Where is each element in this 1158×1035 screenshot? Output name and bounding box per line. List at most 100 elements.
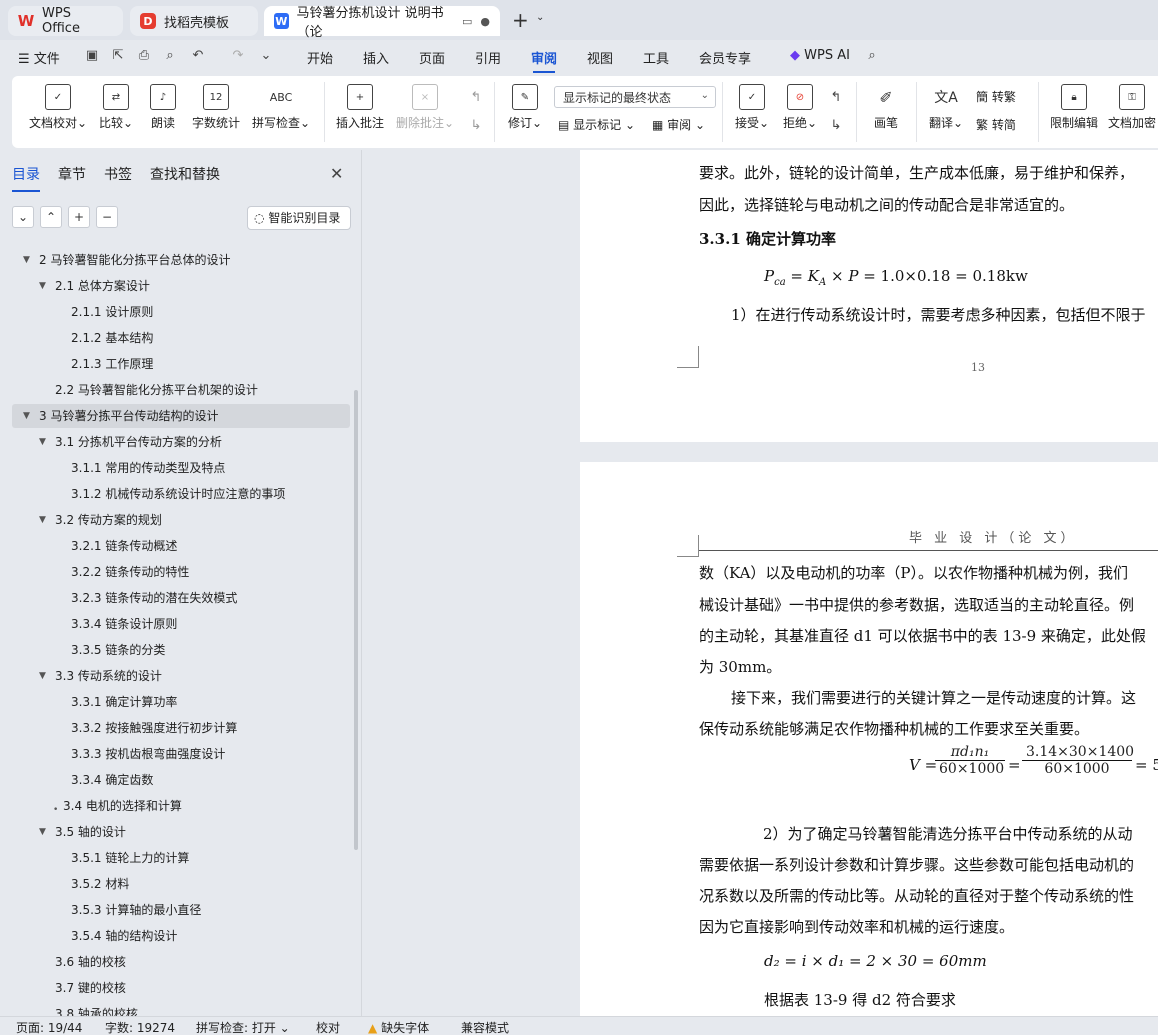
menu-member[interactable]: 会员专享 <box>699 48 751 67</box>
toc-item[interactable]: 3.2.2 链条传动的特性 <box>12 560 350 584</box>
toc-item[interactable]: 3.3.2 按接触强度进行初步计算 <box>12 716 350 740</box>
print-preview-icon[interactable]: ⌕ <box>162 48 178 64</box>
undo-icon[interactable]: ↶ <box>190 48 206 64</box>
read-aloud-button[interactable]: ♪ 朗读 <box>146 84 180 131</box>
tab-template[interactable]: D 找稻壳模板 <box>130 6 258 36</box>
toc-item[interactable]: 3.2.1 链条传动概述 <box>12 534 350 558</box>
toc-item[interactable]: ▼ 3.1 分拣机平台传动方案的分析 <box>12 430 350 454</box>
toc-item[interactable]: 3.5.3 计算轴的最小直径 <box>12 898 350 922</box>
toc-item[interactable]: 3.3.5 链条的分类 <box>12 638 350 662</box>
doc-check-button[interactable]: ✓ 文档校对⌄ <box>28 84 88 131</box>
caret-down-icon[interactable]: ▼ <box>39 508 46 532</box>
wps-ai-button[interactable]: ◆ WPS AI <box>790 48 850 63</box>
caret-down-icon[interactable]: ▼ <box>39 274 46 298</box>
menu-view[interactable]: 视图 <box>587 48 613 67</box>
expand-button[interactable]: ⌃ <box>40 206 62 228</box>
panel-tab-bookmarks[interactable]: 书签 <box>104 164 132 184</box>
word-count-button[interactable]: 12 字数统计 <box>190 84 242 131</box>
toc-scrollbar[interactable] <box>354 390 358 850</box>
prev-comment-icon[interactable]: ↰ <box>468 90 484 106</box>
remove-heading-button[interactable]: − <box>96 206 118 228</box>
to-traditional-button[interactable]: 簡 转繁 <box>976 88 1016 105</box>
tab-dot-icon[interactable]: ● <box>480 15 490 28</box>
document-page[interactable]: 要求。此外，链轮的设计简单，生产成本低廉，易于维护和保养， 因此，选择链轮与电动… <box>580 150 1158 442</box>
close-icon[interactable]: ✕ <box>330 164 343 183</box>
toc-item[interactable]: 2.1.3 工作原理 <box>12 352 350 376</box>
toc-item[interactable]: ▼ 3 马铃薯分拣平台传动结构的设计 <box>12 404 350 428</box>
toc-item[interactable]: 2.1.1 设计原则 <box>12 300 350 324</box>
toc-item[interactable]: 3.3.4 确定齿数 <box>12 768 350 792</box>
menu-insert[interactable]: 插入 <box>363 48 389 67</box>
toc-item[interactable]: ▼ 3.3 传动系统的设计 <box>12 664 350 688</box>
toc-item[interactable]: ▼ 2 马铃薯智能化分拣平台总体的设计 <box>12 248 350 272</box>
toc-item[interactable]: 3.7 键的校核 <box>12 976 350 1000</box>
caret-down-icon[interactable]: ▼ <box>39 664 46 688</box>
page-indicator[interactable]: 页面: 19/44 <box>16 1019 82 1035</box>
markup-mode-select[interactable]: 显示标记的最终状态 ⌄ <box>554 86 716 108</box>
toc-item[interactable]: 2.1.2 基本结构 <box>12 326 350 350</box>
toc-item[interactable]: 3.1.1 常用的传动类型及特点 <box>12 456 350 480</box>
file-menu[interactable]: ☰ 文件 <box>18 48 60 67</box>
more-chevron-icon[interactable]: ⌄ <box>258 48 274 64</box>
doc-encrypt-button[interactable]: ⚿ 文档加密 <box>1106 84 1158 131</box>
compare-button[interactable]: ⇄ 比较⌄ <box>96 84 136 131</box>
panel-tab-sections[interactable]: 章节 <box>58 164 86 184</box>
toc-item[interactable]: 3.3.3 按机齿根弯曲强度设计 <box>12 742 350 766</box>
spell-check-button[interactable]: ABC 拼写检查⌄ <box>250 84 312 131</box>
smart-toc-button[interactable]: ◌ 智能识别目录 <box>247 206 351 230</box>
toc-item[interactable]: • 3.4 电机的选择和计算 <box>12 794 350 818</box>
insert-comment-button[interactable]: + 插入批注 <box>334 84 386 131</box>
revise-button[interactable]: ✎ 修订⌄ <box>504 84 546 131</box>
menu-reference[interactable]: 引用 <box>475 48 501 67</box>
toc-item[interactable]: 3.3.1 确定计算功率 <box>12 690 350 714</box>
save-icon[interactable]: ▣ <box>84 48 100 64</box>
export-icon[interactable]: ⇱ <box>110 48 126 64</box>
accept-button[interactable]: ✓ 接受⌄ <box>732 84 772 131</box>
caret-down-icon[interactable]: ▼ <box>39 820 46 844</box>
redo-icon[interactable]: ↷ <box>230 48 246 64</box>
toc-item[interactable]: 3.1.2 机械传动系统设计时应注意的事项 <box>12 482 350 506</box>
toc-item[interactable]: 3.5.1 链轮上力的计算 <box>12 846 350 870</box>
menu-review[interactable]: 审阅 <box>531 48 557 73</box>
menu-start[interactable]: 开始 <box>307 48 333 67</box>
menu-tools[interactable]: 工具 <box>643 48 669 67</box>
to-simplified-button[interactable]: 繁 转简 <box>976 116 1016 133</box>
spell-check-status[interactable]: 拼写检查: 打开 ⌄ <box>196 1019 290 1035</box>
toc-item[interactable]: 3.2.3 链条传动的潜在失效模式 <box>12 586 350 610</box>
translate-button[interactable]: 文A 翻译⌄ <box>924 84 968 131</box>
toc-item[interactable]: 3.5.4 轴的结构设计 <box>12 924 350 948</box>
caret-down-icon[interactable]: ▼ <box>23 248 30 272</box>
new-tab-plus-icon[interactable]: + <box>512 8 529 32</box>
reject-button[interactable]: ⊘ 拒绝⌄ <box>780 84 820 131</box>
window-icon[interactable]: ▭ <box>462 15 472 28</box>
caret-down-icon[interactable]: ▼ <box>39 430 46 454</box>
toc-item[interactable]: 2.2 马铃薯智能化分拣平台机架的设计 <box>12 378 350 402</box>
next-comment-icon[interactable]: ↳ <box>468 118 484 134</box>
toc-item[interactable]: 3.6 轴的校核 <box>12 950 350 974</box>
chevron-down-icon[interactable]: ⌄ <box>536 12 544 23</box>
panel-tab-toc[interactable]: 目录 <box>12 164 40 192</box>
menu-page[interactable]: 页面 <box>419 48 445 67</box>
prev-change-icon[interactable]: ↰ <box>828 90 844 106</box>
add-heading-button[interactable]: + <box>68 206 90 228</box>
toc-item[interactable]: ▼ 3.2 传动方案的规划 <box>12 508 350 532</box>
missing-font-status[interactable]: ▲ 缺失字体 <box>368 1019 429 1035</box>
document-canvas[interactable]: 要求。此外，链轮的设计简单，生产成本低廉，易于维护和保养， 因此，选择链轮与电动… <box>363 150 1158 1016</box>
document-page[interactable]: 毕 业 设 计（论 文） 数（KA）以及电动机的功率（P）。以农作物播种机械为例… <box>580 462 1158 1016</box>
delete-comment-button[interactable]: × 删除批注⌄ <box>394 84 456 131</box>
pen-button[interactable]: ✐ 画笔 <box>866 84 906 131</box>
search-icon[interactable]: ⌕ <box>864 48 880 64</box>
word-count-indicator[interactable]: 字数: 19274 <box>105 1019 175 1035</box>
tab-document[interactable]: W 马铃薯分拣机设计 说明书（论 ▭ ● <box>264 6 500 40</box>
toc-item[interactable]: ▼ 2.1 总体方案设计 <box>12 274 350 298</box>
print-icon[interactable]: ⎙ <box>136 48 152 64</box>
toc-item[interactable]: 3.3.4 链条设计原则 <box>12 612 350 636</box>
next-change-icon[interactable]: ↳ <box>828 118 844 134</box>
restrict-edit-button[interactable]: 🔒︎ 限制编辑 <box>1046 84 1102 131</box>
collapse-all-button[interactable]: ⌄ <box>12 206 34 228</box>
toc-item[interactable]: ▼ 3.5 轴的设计 <box>12 820 350 844</box>
panel-tab-find-replace[interactable]: 查找和替换 <box>150 164 220 184</box>
review-pane-button[interactable]: ▦ 审阅 ⌄ <box>652 116 705 133</box>
tab-wps-office[interactable]: W WPS Office <box>8 6 123 36</box>
proof-status[interactable]: 校对 <box>316 1019 340 1035</box>
